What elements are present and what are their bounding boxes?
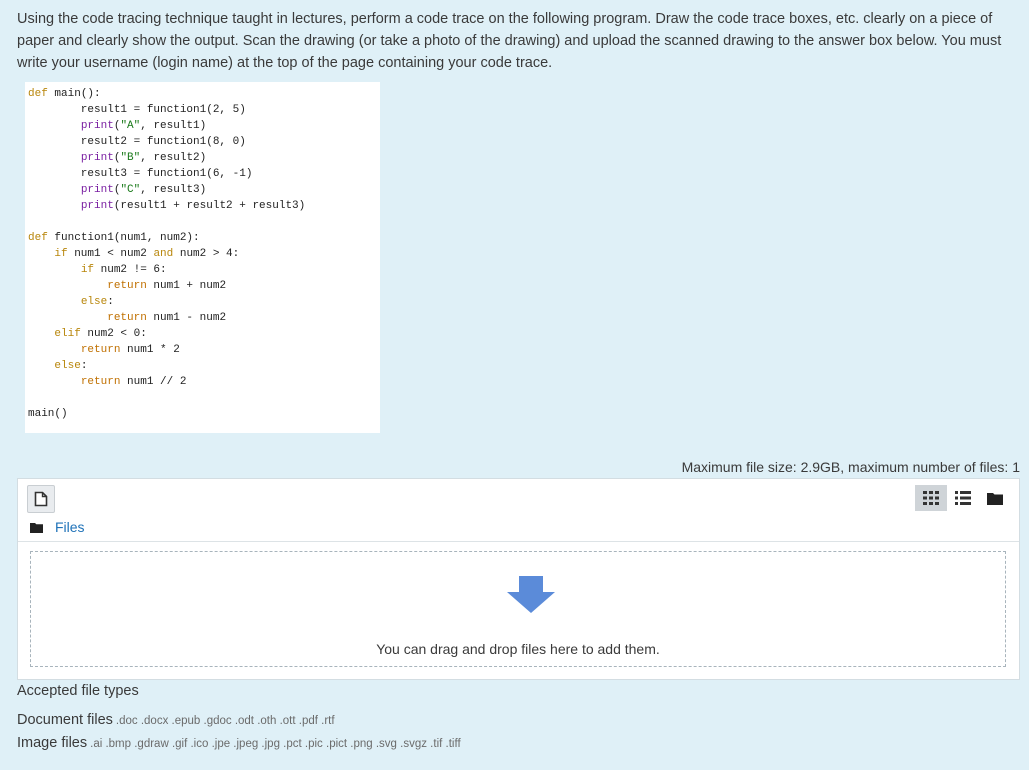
code-text: function1(num1, num2): xyxy=(47,232,200,244)
code-builtin: print xyxy=(80,200,114,212)
code-keyword: def xyxy=(28,88,48,100)
code-text: num1 - num2 xyxy=(146,312,227,324)
view-tree-button[interactable] xyxy=(979,485,1011,511)
document-types-label: Document files xyxy=(17,712,113,728)
code-text: num1 * 2 xyxy=(120,344,180,356)
code-text: num2 != 6: xyxy=(94,264,167,276)
code-keyword: else xyxy=(80,296,108,308)
code-return: return xyxy=(107,312,147,324)
code-text: : xyxy=(80,360,88,372)
image-extensions: .ai .bmp .gdraw .gif .ico .jpe .jpeg .jp… xyxy=(90,738,461,750)
new-file-icon xyxy=(34,491,48,507)
view-list-button[interactable] xyxy=(947,485,979,511)
code-builtin: print xyxy=(80,120,114,132)
code-keyword: if xyxy=(54,248,68,260)
code-return: return xyxy=(107,280,147,292)
code-keyword: if xyxy=(80,264,95,276)
code-block: def main(): result1 = function1(2, 5) pr… xyxy=(25,82,380,433)
view-icons-button[interactable] xyxy=(915,485,947,511)
code-return: return xyxy=(80,344,121,356)
code-text: num1 // 2 xyxy=(120,376,187,388)
list-view-icon xyxy=(955,491,971,505)
breadcrumb: Files xyxy=(30,519,85,535)
code-keyword: def xyxy=(28,232,48,244)
file-manager: Files You can drag and drop files here t… xyxy=(17,478,1020,680)
question-text: Using the code tracing technique taught … xyxy=(17,11,1002,71)
code-line: main() xyxy=(28,408,68,420)
code-text: : xyxy=(107,296,114,308)
code-text: num2 < 0: xyxy=(80,328,147,340)
image-types-row: Image files .ai .bmp .gdraw .gif .ico .jp… xyxy=(17,735,461,751)
code-line: result2 = function1(8, 0) xyxy=(28,136,246,148)
grid-view-icon xyxy=(923,491,939,505)
code-text: , result3) xyxy=(140,184,207,196)
view-switcher xyxy=(915,485,1011,511)
image-types-label: Image files xyxy=(17,735,88,751)
code-text: num2 > 4: xyxy=(173,248,240,260)
folder-view-icon xyxy=(987,493,1003,505)
max-file-size-note: Maximum file size: 2.9GB, maximum number… xyxy=(681,459,1020,475)
accepted-types-title: Accepted file types xyxy=(17,683,139,699)
files-path-link[interactable]: Files xyxy=(55,519,85,535)
code-string: "B" xyxy=(120,152,141,164)
download-arrow-icon xyxy=(507,576,555,613)
code-text: num1 < num2 xyxy=(67,248,154,260)
code-text: (result1 + result2 + result3) xyxy=(113,200,306,212)
document-types-row: Document files .doc .docx .epub .gdoc .od… xyxy=(17,712,335,728)
code-listing: def main(): result1 = function1(2, 5) pr… xyxy=(28,88,306,420)
code-return: return xyxy=(80,376,121,388)
code-line: result3 = function1(6, -1) xyxy=(28,168,253,180)
code-text: main(): xyxy=(47,88,101,100)
code-string: "C" xyxy=(120,184,141,196)
code-builtin: print xyxy=(80,184,114,196)
code-text: , result2) xyxy=(140,152,207,164)
code-string: "A" xyxy=(120,120,141,132)
code-text: num1 + num2 xyxy=(146,280,227,292)
code-builtin: print xyxy=(80,152,114,164)
add-file-button[interactable] xyxy=(27,485,55,513)
code-keyword: else xyxy=(54,360,81,372)
code-text: , result1) xyxy=(140,120,207,132)
drop-zone-text: You can drag and drop files here to add … xyxy=(376,641,660,657)
code-line: result1 = function1(2, 5) xyxy=(28,104,246,116)
folder-icon xyxy=(30,522,43,533)
code-keyword: elif xyxy=(54,328,81,340)
divider xyxy=(18,541,1019,542)
code-keyword: and xyxy=(153,248,174,260)
drop-zone[interactable]: You can drag and drop files here to add … xyxy=(30,551,1006,667)
document-extensions: .doc .docx .epub .gdoc .odt .oth .ott .p… xyxy=(115,715,335,727)
